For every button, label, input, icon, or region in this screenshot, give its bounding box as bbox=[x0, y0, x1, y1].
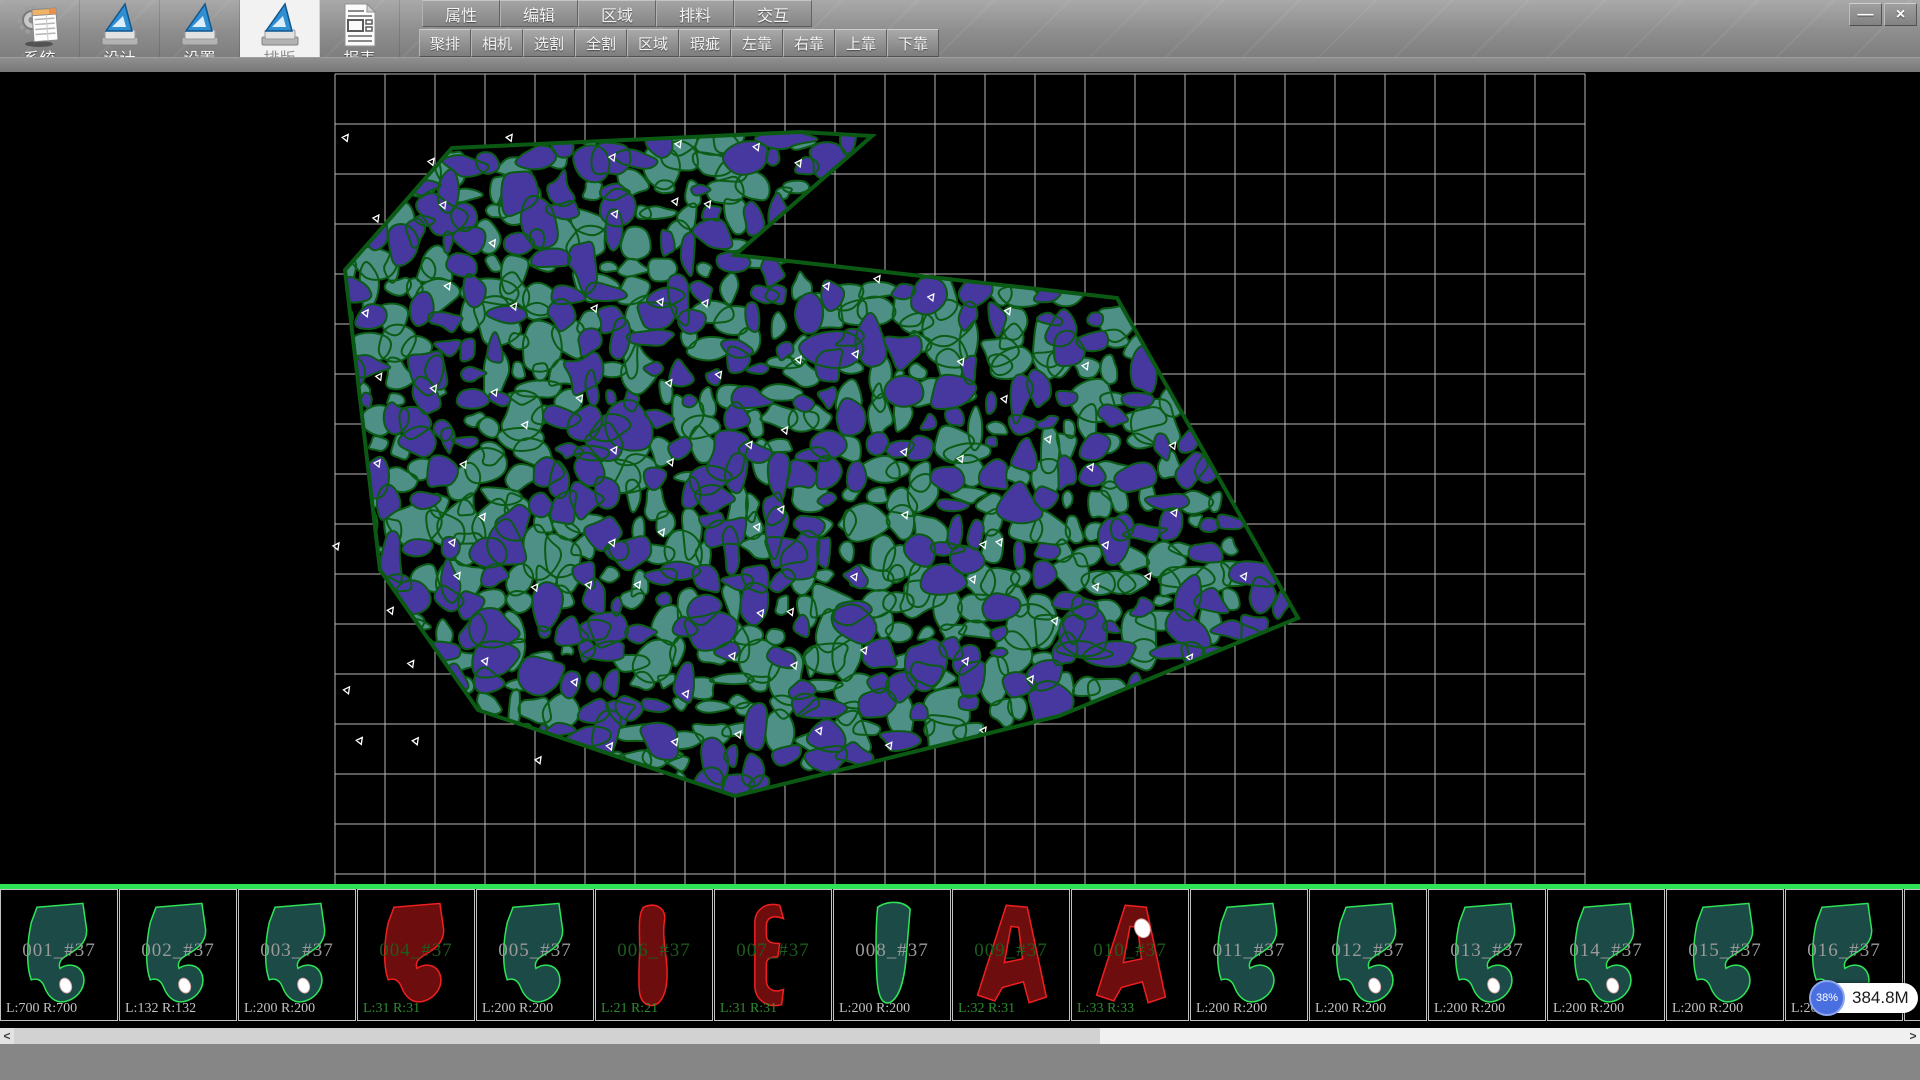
piece-shape bbox=[16, 898, 102, 1012]
thumbnail-list: 001_#37L:700 R:700002_#37L:132 R:132003_… bbox=[0, 889, 1920, 1023]
piece-shape bbox=[492, 898, 578, 1012]
tool-button-6[interactable]: 左靠 bbox=[731, 29, 783, 57]
piece-thumbnail-panel: 001_#37L:700 R:700002_#37L:132 R:132003_… bbox=[0, 884, 1920, 1028]
set-square-icon bbox=[177, 2, 223, 50]
menu-tab-4[interactable]: 交互 bbox=[734, 0, 812, 27]
menu-tab-1[interactable]: 编辑 bbox=[500, 0, 578, 27]
tool-button-5[interactable]: 瑕疵 bbox=[679, 29, 731, 57]
nesting-canvas[interactable] bbox=[0, 72, 1920, 884]
thumbnail-cell-004[interactable]: 004_#37L:31 R:31 bbox=[357, 889, 475, 1021]
piece-shape bbox=[135, 898, 221, 1012]
piece-shape bbox=[1444, 898, 1530, 1012]
tool-button-1[interactable]: 相机 bbox=[471, 29, 523, 57]
thumbnail-cell-006[interactable]: 006_#37L:21 R:21 bbox=[595, 889, 713, 1021]
piece-shape bbox=[373, 898, 459, 1012]
thumbnail-cell-013[interactable]: 013_#37L:200 R:200 bbox=[1428, 889, 1546, 1021]
thumbnail-cell-011[interactable]: 011_#37L:200 R:200 bbox=[1190, 889, 1308, 1021]
toolbar-filler bbox=[0, 57, 1920, 72]
menu-tab-3[interactable]: 排料 bbox=[656, 0, 734, 27]
gear-doc-icon bbox=[17, 2, 63, 50]
menu-tab-2[interactable]: 区域 bbox=[578, 0, 656, 27]
scroll-right-icon[interactable]: > bbox=[1906, 1028, 1920, 1044]
thumbnail-cell-003[interactable]: 003_#37L:200 R:200 bbox=[238, 889, 356, 1021]
scroll-left-icon[interactable]: < bbox=[0, 1028, 14, 1044]
set-square-icon bbox=[97, 2, 143, 50]
thumbnail-cell-012[interactable]: 012_#37L:200 R:200 bbox=[1309, 889, 1427, 1021]
canvas-svg bbox=[0, 72, 1920, 884]
window-controls: — × bbox=[1849, 3, 1917, 26]
piece-shape bbox=[1563, 898, 1649, 1012]
thumbnail-cell-007[interactable]: 007_#37L:31 R:31 bbox=[714, 889, 832, 1021]
tool-button-7[interactable]: 右靠 bbox=[783, 29, 835, 57]
tool-button-4[interactable]: 区域 bbox=[627, 29, 679, 57]
nested-pieces-layer bbox=[325, 115, 1291, 813]
scrollbar-thumb[interactable] bbox=[14, 1028, 1100, 1044]
thumbnail-cell-014[interactable]: 014_#37L:200 R:200 bbox=[1547, 889, 1665, 1021]
thumbnail-cell-001[interactable]: 001_#37L:700 R:700 bbox=[0, 889, 118, 1021]
set-square-icon bbox=[257, 2, 303, 50]
application-window: 系统设计设置排版报表 属性编辑区域排料交互 聚排相机选割全割区域瑕疵左靠右靠上靠… bbox=[0, 0, 1920, 1080]
thumbnail-cell-009[interactable]: 009_#37L:32 R:31 bbox=[952, 889, 1070, 1021]
minimize-button[interactable]: — bbox=[1849, 3, 1882, 26]
piece-shape bbox=[1325, 898, 1411, 1012]
statusbar bbox=[0, 1044, 1920, 1080]
thumbnail-cell-008[interactable]: 008_#37L:200 R:200 bbox=[833, 889, 951, 1021]
thumbnail-cell-005[interactable]: 005_#37L:200 R:200 bbox=[476, 889, 594, 1021]
thumbnail-cell-015[interactable]: 015_#37L:200 R:200 bbox=[1666, 889, 1784, 1021]
tool-button-8[interactable]: 上靠 bbox=[835, 29, 887, 57]
thumbnail-cell-002[interactable]: 002_#37L:132 R:132 bbox=[119, 889, 237, 1021]
horizontal-scrollbar[interactable]: < > bbox=[0, 1028, 1920, 1044]
piece-shape bbox=[1087, 898, 1173, 1012]
memory-usage-label: 384.8M bbox=[1852, 988, 1909, 1008]
tool-button-0[interactable]: 聚排 bbox=[419, 29, 471, 57]
titlebar[interactable]: 系统设计设置排版报表 属性编辑区域排料交互 聚排相机选割全割区域瑕疵左靠右靠上靠… bbox=[0, 0, 1920, 72]
report-icon bbox=[337, 2, 383, 50]
progress-circle: 38% bbox=[1809, 980, 1845, 1016]
tool-button-9[interactable]: 下靠 bbox=[887, 29, 939, 57]
piece-shape bbox=[730, 898, 816, 1012]
thumbnail-cell-010[interactable]: 010_#37L:33 R:33 bbox=[1071, 889, 1189, 1021]
tool-button-bar: 聚排相机选割全割区域瑕疵左靠右靠上靠下靠 bbox=[419, 29, 939, 57]
piece-shape bbox=[968, 898, 1054, 1012]
tool-button-3[interactable]: 全割 bbox=[575, 29, 627, 57]
menu-tab-0[interactable]: 属性 bbox=[422, 0, 500, 27]
menu-tab-bar: 属性编辑区域排料交互 bbox=[422, 0, 812, 27]
piece-shape bbox=[1682, 898, 1768, 1012]
piece-shape bbox=[254, 898, 340, 1012]
progress-memory-badge: 38% 384.8M bbox=[1810, 983, 1918, 1013]
piece-shape bbox=[849, 898, 935, 1012]
tool-button-2[interactable]: 选割 bbox=[523, 29, 575, 57]
close-button[interactable]: × bbox=[1884, 3, 1917, 26]
piece-shape bbox=[611, 898, 697, 1012]
piece-shape bbox=[1206, 898, 1292, 1012]
